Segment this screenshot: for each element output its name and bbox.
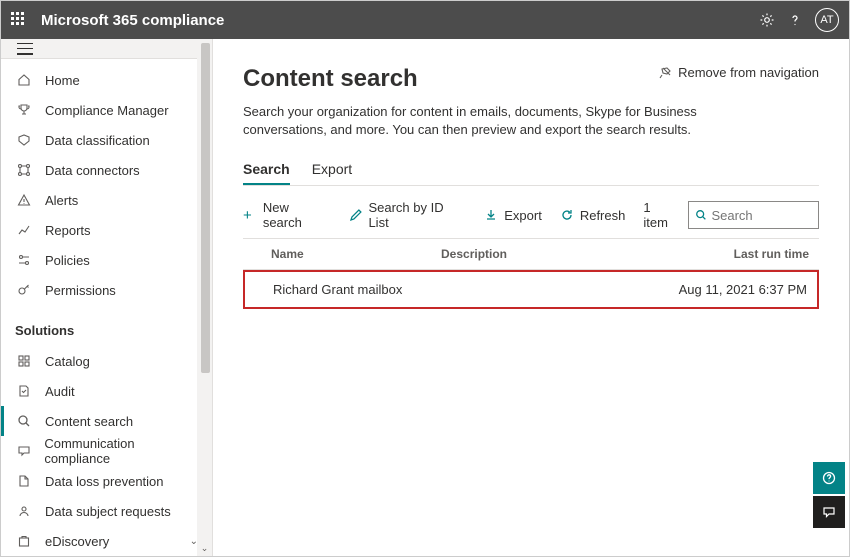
sidebar-item-dlp[interactable]: Data loss prevention bbox=[1, 466, 212, 496]
item-count: 1 item bbox=[643, 200, 678, 230]
toolbar: + New search Search by ID List Export Re… bbox=[243, 186, 819, 238]
pencil-icon bbox=[349, 208, 363, 222]
sidebar-item-compliance-manager[interactable]: Compliance Manager bbox=[1, 95, 212, 125]
catalog-icon bbox=[15, 354, 33, 368]
sidebar-item-data-connectors[interactable]: Data connectors bbox=[1, 155, 212, 185]
download-icon bbox=[484, 208, 498, 222]
sidebar-item-label: Compliance Manager bbox=[45, 103, 169, 118]
app-launcher-icon[interactable] bbox=[11, 12, 27, 28]
ediscovery-icon bbox=[15, 534, 33, 548]
remove-from-nav-label: Remove from navigation bbox=[678, 65, 819, 80]
avatar[interactable]: AT bbox=[815, 8, 839, 32]
sidebar-item-label: Home bbox=[45, 73, 80, 88]
sidebar-collapse-row bbox=[1, 39, 212, 59]
sidebar-item-content-search[interactable]: Content search bbox=[1, 406, 212, 436]
sidebar-item-label: Data classification bbox=[45, 133, 150, 148]
search-icon bbox=[695, 208, 707, 222]
reports-icon bbox=[15, 223, 33, 237]
feedback-icon bbox=[822, 505, 836, 519]
tag-icon bbox=[15, 133, 33, 147]
help-icon[interactable] bbox=[781, 13, 809, 27]
search-icon bbox=[15, 414, 33, 428]
sidebar-item-policies[interactable]: Policies bbox=[1, 245, 212, 275]
plus-icon: + bbox=[243, 208, 257, 222]
sidebar-item-label: Data loss prevention bbox=[45, 474, 164, 489]
cell-last-run: Aug 11, 2021 6:37 PM bbox=[677, 282, 807, 297]
sidebar-item-data-classification[interactable]: Data classification bbox=[1, 125, 212, 155]
sidebar-item-label: Catalog bbox=[45, 354, 90, 369]
scrollbar-thumb[interactable] bbox=[201, 43, 210, 373]
tab-export[interactable]: Export bbox=[312, 153, 352, 185]
hamburger-icon[interactable] bbox=[17, 43, 33, 55]
export-label: Export bbox=[504, 208, 542, 223]
unpin-icon bbox=[658, 66, 672, 80]
export-button[interactable]: Export bbox=[484, 208, 542, 223]
sidebar-item-dsr[interactable]: Data subject requests bbox=[1, 496, 212, 526]
floating-buttons bbox=[813, 460, 845, 528]
settings-icon[interactable] bbox=[753, 12, 781, 28]
suite-title: Microsoft 365 compliance bbox=[41, 12, 753, 29]
sidebar-item-permissions[interactable]: Permissions bbox=[1, 275, 212, 305]
tab-search[interactable]: Search bbox=[243, 153, 290, 185]
tabs: Search Export bbox=[243, 153, 819, 186]
new-search-button[interactable]: + New search bbox=[243, 200, 331, 230]
sidebar-scrollbar[interactable]: ⌄ bbox=[197, 39, 212, 556]
column-description[interactable]: Description bbox=[441, 247, 679, 261]
sidebar-item-label: Content search bbox=[45, 414, 133, 429]
sidebar-item-ediscovery[interactable]: eDiscovery ⌄ bbox=[1, 526, 212, 556]
refresh-icon bbox=[560, 208, 574, 222]
refresh-button[interactable]: Refresh bbox=[560, 208, 626, 223]
dlp-icon bbox=[15, 474, 33, 488]
cell-description bbox=[443, 282, 677, 297]
feedback-button[interactable] bbox=[813, 496, 845, 528]
sidebar-solutions-header: Solutions bbox=[1, 305, 212, 346]
column-name[interactable]: Name bbox=[271, 247, 441, 261]
sidebar-item-alerts[interactable]: Alerts bbox=[1, 185, 212, 215]
page-description: Search your organization for content in … bbox=[243, 103, 783, 139]
sidebar-item-audit[interactable]: Audit bbox=[1, 376, 212, 406]
home-icon bbox=[15, 73, 33, 87]
sidebar-item-label: eDiscovery bbox=[45, 534, 109, 549]
sidebar-item-communication-compliance[interactable]: Communication compliance bbox=[1, 436, 212, 466]
sidebar-item-label: Data subject requests bbox=[45, 504, 171, 519]
search-input[interactable] bbox=[711, 208, 812, 223]
table-row[interactable]: Richard Grant mailbox Aug 11, 2021 6:37 … bbox=[243, 270, 819, 309]
sidebar-item-home[interactable]: Home bbox=[1, 65, 212, 95]
column-last-run[interactable]: Last run time bbox=[679, 247, 809, 261]
policies-icon bbox=[15, 253, 33, 267]
help-panel-button[interactable] bbox=[813, 462, 845, 494]
scroll-down-icon[interactable]: ⌄ bbox=[197, 541, 212, 556]
search-box[interactable] bbox=[688, 201, 819, 229]
permissions-icon bbox=[15, 283, 33, 297]
page-title: Content search bbox=[243, 65, 658, 93]
sidebar-item-label: Alerts bbox=[45, 193, 78, 208]
sidebar-item-label: Data connectors bbox=[45, 163, 140, 178]
sidebar-item-reports[interactable]: Reports bbox=[1, 215, 212, 245]
alert-icon bbox=[15, 193, 33, 207]
sidebar-item-label: Policies bbox=[45, 253, 90, 268]
sidebar: Home Compliance Manager Data classificat… bbox=[1, 39, 213, 556]
connectors-icon bbox=[15, 163, 33, 177]
refresh-label: Refresh bbox=[580, 208, 626, 223]
suite-bar: Microsoft 365 compliance AT bbox=[1, 1, 849, 39]
search-by-id-label: Search by ID List bbox=[368, 200, 466, 230]
table-header: Name Description Last run time bbox=[243, 238, 819, 270]
search-by-id-button[interactable]: Search by ID List bbox=[349, 200, 467, 230]
help-icon bbox=[822, 471, 836, 485]
audit-icon bbox=[15, 384, 33, 398]
comm-icon bbox=[15, 444, 32, 458]
sidebar-item-label: Reports bbox=[45, 223, 91, 238]
remove-from-nav-link[interactable]: Remove from navigation bbox=[658, 65, 819, 80]
cell-name: Richard Grant mailbox bbox=[273, 282, 443, 297]
sidebar-item-label: Permissions bbox=[45, 283, 116, 298]
sidebar-item-catalog[interactable]: Catalog bbox=[1, 346, 212, 376]
dsr-icon bbox=[15, 504, 33, 518]
trophy-icon bbox=[15, 103, 33, 117]
new-search-label: New search bbox=[263, 200, 331, 230]
sidebar-item-label: Audit bbox=[45, 384, 75, 399]
sidebar-item-label: Communication compliance bbox=[44, 436, 198, 466]
main-content: Content search Remove from navigation Se… bbox=[213, 39, 849, 556]
